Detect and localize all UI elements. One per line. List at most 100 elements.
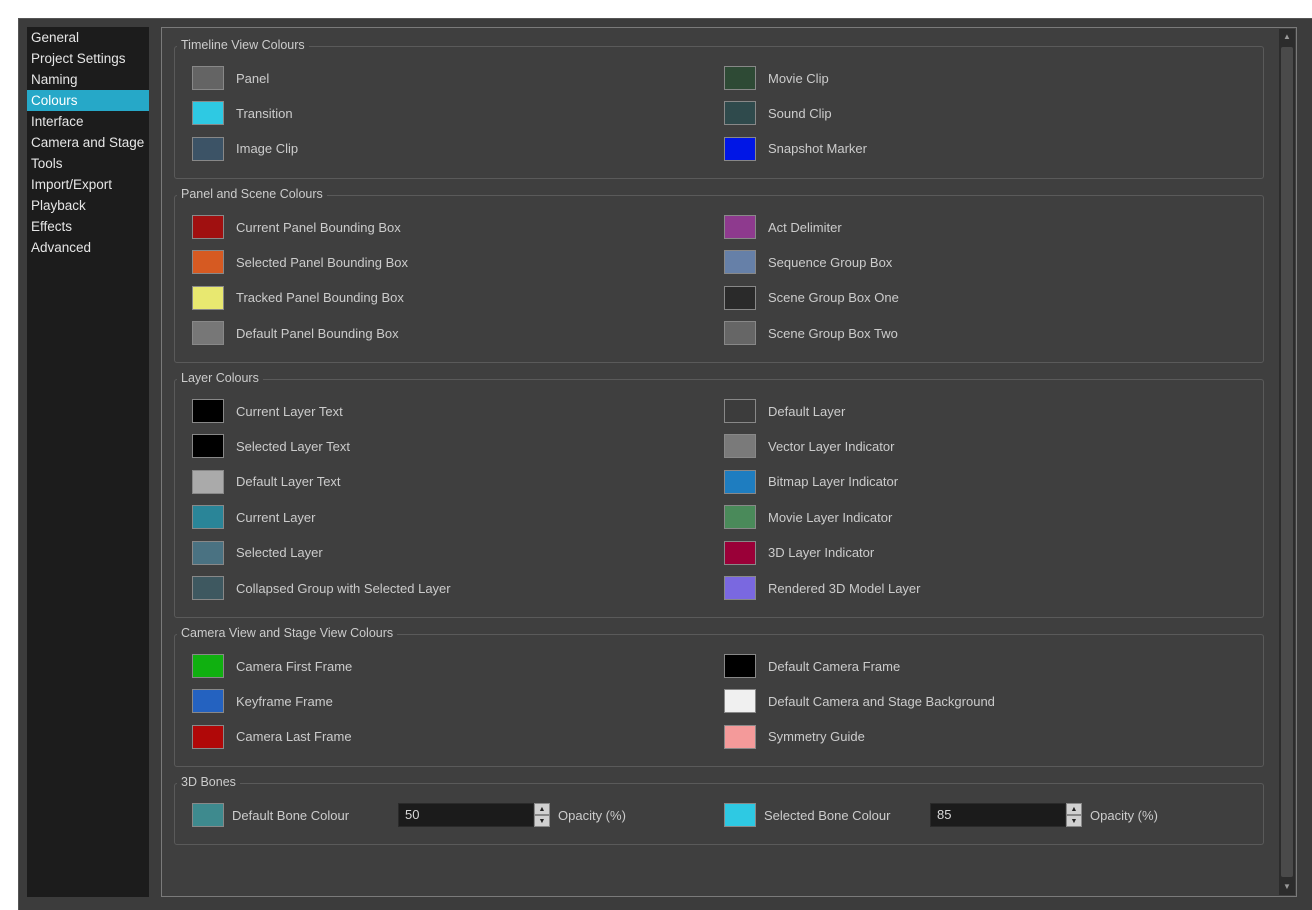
default-camera-and-stage-background-label: Default Camera and Stage Background: [768, 693, 995, 709]
movie-clip-colour-swatch[interactable]: [724, 66, 756, 90]
vector-layer-indicator-colour-swatch[interactable]: [724, 434, 756, 459]
vertical-scrollbar[interactable]: ▲ ▼: [1279, 29, 1295, 895]
sidebar-item-colours[interactable]: Colours: [27, 90, 149, 111]
collapsed-group-with-selected-layer-colour-swatch[interactable]: [192, 576, 224, 600]
current-panel-bounding-box-colour-swatch[interactable]: [192, 215, 224, 239]
image-clip-row: Image Clip: [192, 136, 298, 162]
collapsed-group-with-selected-layer-row: Collapsed Group with Selected Layer: [192, 575, 451, 601]
movie-layer-indicator-colour-swatch[interactable]: [724, 505, 756, 530]
default-panel-bounding-box-colour-swatch[interactable]: [192, 321, 224, 346]
spin-up-icon[interactable]: ▲: [534, 803, 550, 815]
default-layer-row: Default Layer: [724, 398, 845, 424]
default-bone-opacity-input[interactable]: 50: [398, 803, 534, 827]
rendered-3d-model-layer-colour-swatch[interactable]: [724, 576, 756, 600]
panel-and-scene-colours-group: Panel and Scene Colours Current Panel Bo…: [174, 187, 1264, 363]
current-layer-colour-swatch[interactable]: [192, 505, 224, 530]
scroll-up-icon[interactable]: ▲: [1279, 29, 1295, 45]
selected-layer-label: Selected Layer: [236, 545, 323, 561]
3d-layer-indicator-colour-swatch[interactable]: [724, 540, 756, 565]
symmetry-guide-colour-swatch[interactable]: [724, 724, 756, 749]
rendered-3d-model-layer-label: Rendered 3D Model Layer: [768, 580, 921, 596]
sidebar-item-tools[interactable]: Tools: [27, 153, 149, 174]
scene-group-box-one-colour-swatch[interactable]: [724, 285, 756, 310]
camera-first-frame-colour-swatch[interactable]: [192, 654, 224, 678]
layer-colours-group: Layer Colours Current Layer Text Selected…: [174, 371, 1264, 618]
symmetry-guide-row: Symmetry Guide: [724, 724, 865, 750]
sidebar-item-camera-and-stage[interactable]: Camera and Stage: [27, 132, 149, 153]
bitmap-layer-indicator-colour-swatch[interactable]: [724, 469, 756, 494]
sound-clip-label: Sound Clip: [768, 105, 832, 121]
selected-layer-colour-swatch[interactable]: [192, 540, 224, 565]
sidebar-item-import-export[interactable]: Import/Export: [27, 174, 149, 195]
default-camera-and-stage-background-row: Default Camera and Stage Background: [724, 688, 995, 714]
scene-group-box-two-colour-swatch[interactable]: [724, 321, 756, 346]
current-panel-bounding-box-label: Current Panel Bounding Box: [236, 219, 401, 235]
sidebar-item-interface[interactable]: Interface: [27, 111, 149, 132]
snapshot-marker-colour-swatch[interactable]: [724, 136, 756, 161]
sequence-group-box-colour-swatch[interactable]: [724, 250, 756, 275]
current-layer-text-colour-swatch[interactable]: [192, 399, 224, 423]
sidebar-item-project-settings[interactable]: Project Settings: [27, 48, 149, 69]
image-clip-colour-swatch[interactable]: [192, 136, 224, 161]
selected-bone-opacity-input[interactable]: 85: [930, 803, 1066, 827]
selected-panel-bounding-box-row: Selected Panel Bounding Box: [192, 249, 408, 275]
default-bone-colour-row: Default Bone Colour: [192, 802, 349, 828]
panel-row: Panel: [192, 65, 269, 91]
image-clip-label: Image Clip: [236, 141, 299, 157]
sidebar-item-effects[interactable]: Effects: [27, 216, 149, 237]
selected-bone-colour-row: Selected Bone Colour: [724, 802, 890, 828]
sidebar-item-general[interactable]: General: [27, 27, 149, 48]
selected-layer-text-row: Selected Layer Text: [192, 433, 350, 459]
default-layer-label: Default Layer: [768, 403, 846, 419]
scene-group-box-two-row: Scene Group Box Two: [724, 320, 898, 346]
sequence-group-box-label: Sequence Group Box: [768, 254, 893, 270]
default-camera-and-stage-background-colour-swatch[interactable]: [724, 689, 756, 714]
selected-layer-text-colour-swatch[interactable]: [192, 434, 224, 459]
3d-bones-group: 3D Bones Default Bone Colour 50 ▲ ▼ Opac…: [174, 775, 1264, 845]
spin-down-icon[interactable]: ▼: [1066, 815, 1082, 827]
default-panel-bounding-box-row: Default Panel Bounding Box: [192, 320, 399, 346]
default-layer-text-label: Default Layer Text: [236, 474, 341, 490]
camera-last-frame-row: Camera Last Frame: [192, 724, 352, 750]
selected-layer-text-label: Selected Layer Text: [236, 438, 350, 454]
selected-bone-colour-swatch[interactable]: [724, 803, 756, 827]
camera-last-frame-colour-swatch[interactable]: [192, 724, 224, 749]
default-bone-colour-label: Default Bone Colour: [232, 807, 350, 823]
opacity-label: Opacity (%): [558, 807, 626, 823]
bitmap-layer-indicator-row: Bitmap Layer Indicator: [724, 469, 898, 495]
sidebar-item-naming[interactable]: Naming: [27, 69, 149, 90]
sound-clip-colour-swatch[interactable]: [724, 101, 756, 126]
sidebar-item-advanced[interactable]: Advanced: [27, 237, 149, 258]
current-panel-bounding-box-row: Current Panel Bounding Box: [192, 214, 401, 240]
scroll-down-icon[interactable]: ▼: [1279, 879, 1295, 895]
default-layer-text-colour-swatch[interactable]: [192, 469, 224, 494]
default-camera-frame-colour-swatch[interactable]: [724, 654, 756, 678]
default-layer-colour-swatch[interactable]: [724, 399, 756, 423]
keyframe-frame-colour-swatch[interactable]: [192, 689, 224, 714]
panel-colour-swatch[interactable]: [192, 66, 224, 90]
group-title: Panel and Scene Colours: [177, 187, 327, 201]
movie-clip-row: Movie Clip: [724, 65, 829, 91]
spin-down-icon[interactable]: ▼: [534, 815, 550, 827]
current-layer-row: Current Layer: [192, 504, 315, 530]
sound-clip-row: Sound Clip: [724, 100, 832, 126]
default-bone-colour-swatch[interactable]: [192, 803, 224, 827]
default-panel-bounding-box-label: Default Panel Bounding Box: [236, 325, 399, 341]
keyframe-frame-label: Keyframe Frame: [236, 693, 333, 709]
keyframe-frame-row: Keyframe Frame: [192, 688, 333, 714]
transition-colour-swatch[interactable]: [192, 101, 224, 126]
collapsed-group-with-selected-layer-label: Collapsed Group with Selected Layer: [236, 580, 451, 596]
movie-clip-label: Movie Clip: [768, 70, 829, 86]
selected-panel-bounding-box-colour-swatch[interactable]: [192, 250, 224, 275]
act-delimiter-colour-swatch[interactable]: [724, 215, 756, 239]
transition-row: Transition: [192, 100, 293, 126]
act-delimiter-row: Act Delimiter: [724, 214, 842, 240]
scrollbar-thumb[interactable]: [1281, 47, 1293, 877]
tracked-panel-bounding-box-colour-swatch[interactable]: [192, 285, 224, 310]
snapshot-marker-row: Snapshot Marker: [724, 136, 867, 162]
spin-up-icon[interactable]: ▲: [1066, 803, 1082, 815]
transition-label: Transition: [236, 105, 293, 121]
snapshot-marker-label: Snapshot Marker: [768, 141, 867, 157]
sidebar-item-playback[interactable]: Playback: [27, 195, 149, 216]
spin-buttons: ▲ ▼: [1066, 803, 1082, 827]
